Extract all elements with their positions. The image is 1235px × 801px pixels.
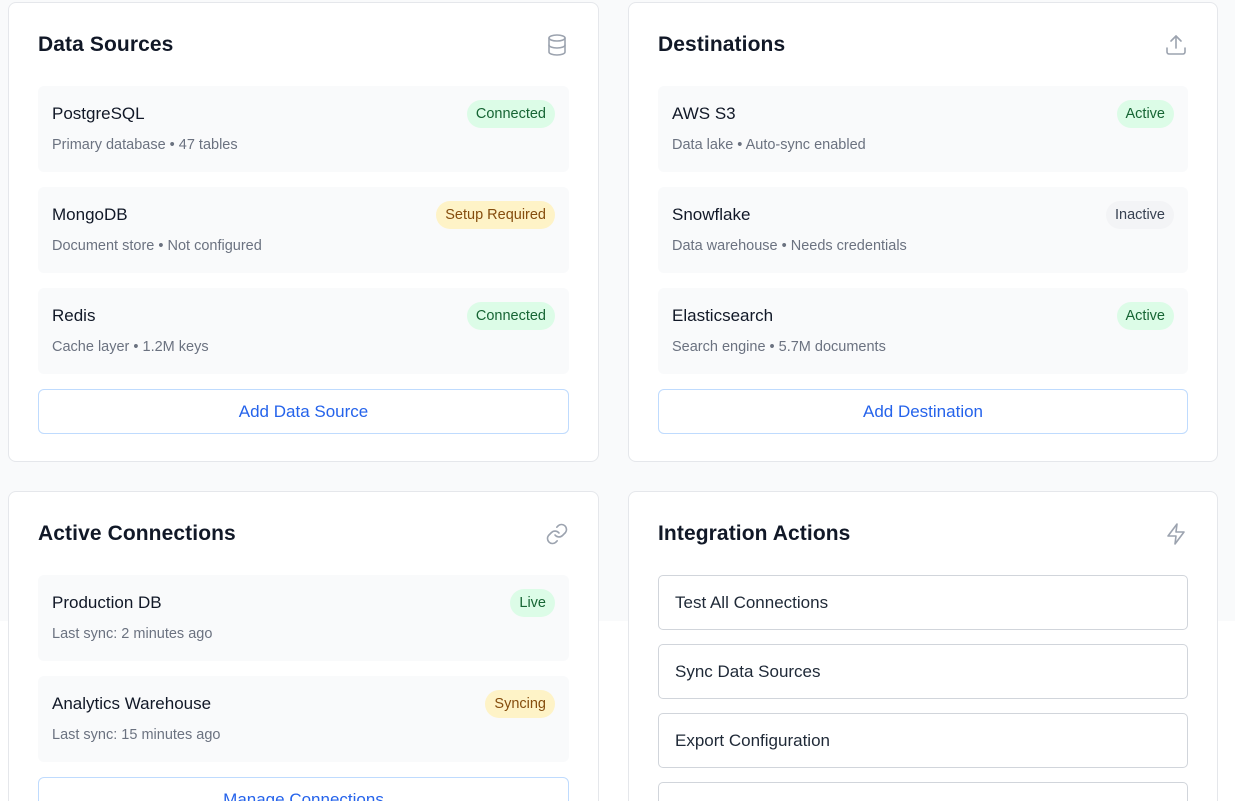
card-header: Data Sources [38, 3, 569, 86]
database-icon [545, 33, 569, 57]
item-name: Production DB [52, 593, 162, 612]
export-configuration-button[interactable]: Export Configuration [658, 713, 1188, 768]
item-name: Analytics Warehouse [52, 694, 212, 713]
list-item[interactable]: Snowflake Inactive Data warehouse • Need… [658, 187, 1188, 273]
item-description: Data lake • Auto-sync enabled [672, 137, 866, 153]
add-data-source-button[interactable]: Add Data Source [38, 389, 569, 434]
item-description: Document store • Not configured [52, 238, 262, 254]
item-description: Primary database • 47 tables [52, 137, 238, 153]
action-button[interactable] [658, 782, 1188, 801]
active-connections-card: Active Connections Production DB Live La… [8, 491, 599, 801]
item-name: Snowflake [672, 205, 751, 224]
item-description: Last sync: 15 minutes ago [52, 727, 221, 743]
card-header: Destinations [658, 3, 1188, 86]
card-title: Data Sources [38, 32, 174, 56]
status-badge: Setup Required [436, 201, 555, 229]
item-description: Cache layer • 1.2M keys [52, 339, 209, 355]
sync-data-sources-button[interactable]: Sync Data Sources [658, 644, 1188, 699]
card-header: Active Connections [38, 492, 569, 575]
data-sources-card: Data Sources PostgreSQL Connected Primar… [8, 2, 599, 462]
lightning-icon [1164, 522, 1188, 546]
item-description: Search engine • 5.7M documents [672, 339, 886, 355]
destinations-card: Destinations AWS S3 Active Data lake • A… [628, 2, 1218, 462]
card-title: Destinations [658, 32, 786, 56]
upload-icon [1164, 33, 1188, 57]
item-name: PostgreSQL [52, 104, 145, 123]
list-item[interactable]: AWS S3 Active Data lake • Auto-sync enab… [658, 86, 1188, 172]
item-description: Data warehouse • Needs credentials [672, 238, 907, 254]
card-header: Integration Actions [658, 492, 1188, 575]
status-badge: Active [1116, 100, 1174, 128]
item-name: Redis [52, 306, 96, 325]
integration-actions-card: Integration Actions Test All Connections… [628, 491, 1218, 801]
item-description: Last sync: 2 minutes ago [52, 626, 213, 642]
status-badge: Syncing [485, 690, 555, 718]
status-badge: Connected [466, 100, 555, 128]
status-badge: Active [1116, 302, 1174, 330]
link-icon [545, 522, 569, 546]
list-item[interactable]: MongoDB Setup Required Document store • … [38, 187, 569, 273]
item-name: MongoDB [52, 205, 128, 224]
add-destination-button[interactable]: Add Destination [658, 389, 1188, 434]
status-badge: Connected [466, 302, 555, 330]
status-badge: Inactive [1106, 201, 1174, 229]
list-item[interactable]: Analytics Warehouse Syncing Last sync: 1… [38, 676, 569, 762]
list-item[interactable]: Production DB Live Last sync: 2 minutes … [38, 575, 569, 661]
test-all-connections-button[interactable]: Test All Connections [658, 575, 1188, 630]
card-title: Active Connections [38, 521, 236, 545]
list-item[interactable]: Redis Connected Cache layer • 1.2M keys [38, 288, 569, 374]
card-title: Integration Actions [658, 521, 851, 545]
item-name: Elasticsearch [672, 306, 774, 325]
list-item[interactable]: Elasticsearch Active Search engine • 5.7… [658, 288, 1188, 374]
list-item[interactable]: PostgreSQL Connected Primary database • … [38, 86, 569, 172]
status-badge: Live [510, 589, 555, 617]
item-name: AWS S3 [672, 104, 736, 123]
manage-connections-button[interactable]: Manage Connections [38, 777, 569, 801]
